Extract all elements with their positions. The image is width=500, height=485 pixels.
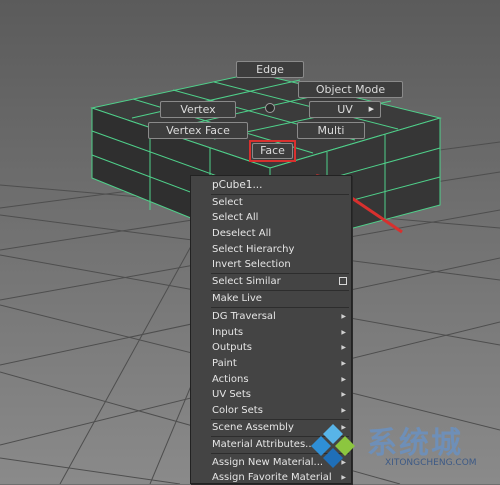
menu-item-select-hierarchy[interactable]: Select Hierarchy	[191, 242, 351, 257]
menu-item-dg-traversal[interactable]: DG Traversal ▶	[191, 309, 351, 324]
menu-item-select-similar[interactable]: Select Similar	[191, 274, 351, 289]
menu-item-select[interactable]: Select	[191, 195, 351, 210]
select-label: Select	[212, 197, 243, 208]
dg-traversal-label: DG Traversal	[212, 311, 276, 322]
face-highlight-box	[249, 140, 296, 162]
invert-selection-label: Invert Selection	[212, 259, 291, 270]
deselect-all-label: Deselect All	[212, 228, 272, 239]
paint-label: Paint	[212, 358, 237, 369]
uv-label: UV	[337, 103, 353, 116]
vertex-face-label: Vertex Face	[166, 124, 230, 137]
menu-item-make-live[interactable]: Make Live	[191, 291, 351, 306]
marking-menu-center-icon	[265, 103, 275, 113]
marking-menu-uv-button[interactable]: UV ▶	[309, 101, 381, 118]
menu-item-paint[interactable]: Paint ▶	[191, 356, 351, 371]
select-hierarchy-label: Select Hierarchy	[212, 244, 295, 255]
menu-item-deselect-all[interactable]: Deselect All	[191, 226, 351, 241]
material-attributes-label: Material Attributes...	[212, 439, 315, 450]
submenu-arrow-icon: ▶	[341, 360, 346, 367]
uv-sets-label: UV Sets	[212, 389, 251, 400]
marking-menu-edge-button[interactable]: Edge	[236, 61, 304, 78]
inputs-label: Inputs	[212, 327, 244, 338]
watermark-title: 系统城	[367, 426, 463, 461]
submenu-arrow-icon: ▶	[341, 329, 346, 336]
object-mode-label: Object Mode	[315, 83, 386, 96]
marking-menu-multi-button[interactable]: Multi	[297, 122, 365, 139]
pcube1-label: pCube1...	[212, 179, 263, 191]
menu-item-actions[interactable]: Actions ▶	[191, 372, 351, 387]
submenu-arrow-icon: ▶	[368, 105, 374, 113]
submenu-arrow-icon: ▶	[341, 344, 346, 351]
menu-separator	[211, 307, 349, 308]
watermark: 系统城 XITONGCHENG.COM	[305, 416, 500, 484]
menu-item-outputs[interactable]: Outputs ▶	[191, 340, 351, 355]
watermark-url: XITONGCHENG.COM	[385, 458, 477, 468]
marking-menu-vertex-face-button[interactable]: Vertex Face	[148, 122, 248, 139]
menu-item-invert-selection[interactable]: Invert Selection	[191, 257, 351, 272]
option-box-icon[interactable]	[339, 277, 347, 285]
menu-item-uv-sets[interactable]: UV Sets ▶	[191, 387, 351, 402]
menu-item-select-all[interactable]: Select All	[191, 210, 351, 225]
select-similar-label: Select Similar	[212, 276, 281, 287]
scene-assembly-label: Scene Assembly	[212, 422, 294, 433]
marking-menu-object-mode-button[interactable]: Object Mode	[298, 81, 403, 98]
multi-label: Multi	[317, 124, 345, 137]
submenu-arrow-icon: ▶	[341, 376, 346, 383]
submenu-arrow-icon: ▶	[341, 391, 346, 398]
select-all-label: Select All	[212, 212, 259, 223]
marking-menu-vertex-button[interactable]: Vertex	[160, 101, 236, 118]
logo-icon	[311, 424, 355, 468]
make-live-label: Make Live	[212, 293, 262, 304]
actions-label: Actions	[212, 374, 249, 385]
edge-label: Edge	[256, 63, 284, 76]
color-sets-label: Color Sets	[212, 405, 263, 416]
submenu-arrow-icon: ▶	[341, 313, 346, 320]
menu-item-inputs[interactable]: Inputs ▶	[191, 325, 351, 340]
vertex-label: Vertex	[180, 103, 216, 116]
outputs-label: Outputs	[212, 342, 252, 353]
menu-item-pcube1[interactable]: pCube1...	[191, 178, 351, 193]
